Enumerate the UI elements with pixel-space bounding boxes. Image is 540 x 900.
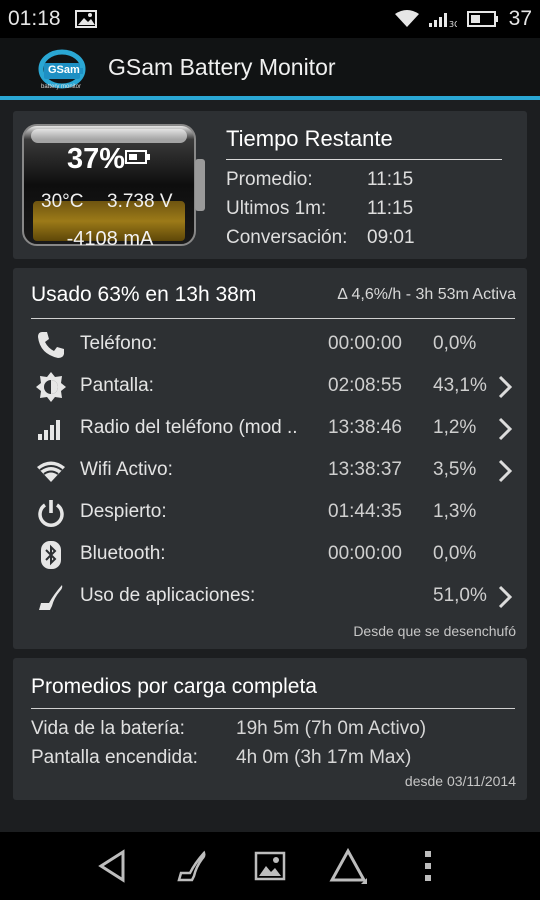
usage-row-bluetooth[interactable]: Bluetooth: 00:00:00 0,0% — [13, 535, 527, 575]
usage-percent: 51,0% — [433, 585, 487, 606]
picture-icon — [254, 851, 286, 881]
back-icon — [98, 849, 125, 883]
usage-row-wifi[interactable]: Wifi Activo: 13:38:37 3,5% — [13, 451, 527, 491]
usage-rate: Δ 4,6%/h - 3h 53m Activa — [337, 286, 516, 303]
usage-row-radio[interactable]: Radio del teléfono (mod .. 13:38:46 1,2% — [13, 409, 527, 449]
averages-label: Pantalla encendida: — [31, 747, 198, 768]
usage-label: Despierto: — [80, 501, 167, 522]
battery-icon — [466, 10, 499, 28]
usage-footer: Desde que se desenchufó — [353, 623, 516, 639]
wifi-signal-icon — [394, 10, 419, 28]
usage-time: 13:38:37 — [328, 459, 402, 480]
averages-title: Promedios por carga completa — [31, 675, 317, 698]
status-time: 01:18 — [8, 7, 61, 30]
chevron-right-icon[interactable] — [497, 417, 513, 446]
battery-gauge[interactable]: 37% 30°C 3.738 V -4108 mA — [21, 123, 207, 250]
power-icon — [35, 497, 67, 529]
status-bar: 01:18 3G 37 — [0, 0, 540, 38]
battery-current: -4108 mA — [66, 228, 154, 250]
divider — [226, 159, 502, 160]
usage-time: 02:08:55 — [328, 375, 402, 396]
usage-time: 00:00:00 — [328, 543, 402, 564]
usage-row-apps[interactable]: Uso de aplicaciones: 51,0% — [13, 577, 527, 617]
bottom-nav-bar — [0, 832, 540, 900]
triangle-warning-icon — [329, 848, 367, 884]
time-remaining-label: Promedio: — [226, 169, 313, 190]
app-usage-button[interactable] — [170, 846, 214, 886]
brightness-icon — [35, 371, 67, 403]
usage-row-awake[interactable]: Despierto: 01:44:35 1,3% — [13, 493, 527, 533]
usage-time: 01:44:35 — [328, 501, 402, 522]
time-remaining-label: Conversación: — [226, 227, 348, 248]
app-usage-icon — [177, 850, 206, 882]
chevron-right-icon[interactable] — [497, 375, 513, 404]
phone-icon — [35, 329, 67, 361]
triangle-button[interactable] — [326, 846, 370, 886]
divider — [31, 708, 515, 709]
usage-row-screen[interactable]: Pantalla: 02:08:55 43,1% — [13, 367, 527, 407]
time-remaining-title: Tiempo Restante — [226, 126, 393, 151]
usage-time: 13:38:46 — [328, 417, 402, 438]
battery-summary-panel: 37% 30°C 3.738 V -4108 mA Tiempo Restant… — [13, 111, 527, 259]
time-remaining-value: 11:15 — [367, 169, 414, 190]
battery-temperature: 30°C — [41, 191, 84, 212]
app-usage-icon — [35, 581, 67, 613]
time-remaining-label: Ultimos 1m: — [226, 198, 327, 219]
usage-percent: 43,1% — [433, 375, 487, 396]
usage-label: Teléfono: — [80, 333, 158, 354]
divider — [31, 318, 515, 319]
averages-label: Vida de la batería: — [31, 718, 185, 739]
usage-percent: 0,0% — [433, 543, 477, 564]
cell-signal-icon: 3G — [428, 10, 457, 28]
battery-plug-icon — [125, 149, 151, 170]
network-type-label: 3G — [449, 20, 457, 28]
battery-percent: 37% — [67, 143, 126, 175]
time-remaining-value: 11:15 — [367, 198, 414, 219]
averages-value: 4h 0m (3h 17m Max) — [236, 747, 412, 768]
usage-title: Usado 63% en 13h 38m — [31, 283, 257, 306]
overflow-menu-icon — [425, 851, 431, 881]
picture-button[interactable] — [248, 846, 292, 886]
wifi-icon — [35, 455, 67, 487]
usage-label: Radio del teléfono (mod .. — [80, 417, 298, 438]
app-logo[interactable]: GSam battery monitor — [38, 43, 90, 91]
battery-voltage: 3.738 V — [107, 191, 173, 212]
usage-row-phone[interactable]: Teléfono: 00:00:00 0,0% — [13, 325, 527, 365]
image-notification-icon — [74, 10, 97, 28]
time-remaining-value: 09:01 — [367, 227, 415, 248]
averages-value: 19h 5m (7h 0m Activo) — [236, 718, 427, 739]
status-battery-percent: 37 — [508, 7, 532, 30]
bluetooth-icon — [35, 539, 67, 571]
app-title: GSam Battery Monitor — [108, 53, 336, 80]
usage-percent: 1,3% — [433, 501, 477, 522]
usage-percent: 1,2% — [433, 417, 477, 438]
averages-footer: desde 03/11/2014 — [404, 773, 516, 789]
back-button[interactable] — [90, 846, 134, 886]
usage-label: Pantalla: — [80, 375, 154, 396]
app-bar: GSam battery monitor GSam Battery Monito… — [0, 38, 540, 100]
usage-label: Uso de aplicaciones: — [80, 585, 256, 606]
usage-time: 00:00:00 — [328, 333, 402, 354]
overflow-menu-button[interactable] — [406, 846, 450, 886]
averages-panel: Promedios por carga completa Vida de la … — [13, 658, 527, 800]
logo-text: GSam — [48, 64, 80, 76]
signal-bars-icon — [35, 413, 67, 445]
usage-label: Bluetooth: — [80, 543, 166, 564]
chevron-right-icon[interactable] — [497, 585, 513, 614]
usage-percent: 3,5% — [433, 459, 477, 480]
chevron-right-icon[interactable] — [497, 459, 513, 488]
usage-percent: 0,0% — [433, 333, 477, 354]
usage-label: Wifi Activo: — [80, 459, 173, 480]
logo-subtext: battery monitor — [41, 84, 82, 90]
usage-panel: Usado 63% en 13h 38m Δ 4,6%/h - 3h 53m A… — [13, 268, 527, 649]
